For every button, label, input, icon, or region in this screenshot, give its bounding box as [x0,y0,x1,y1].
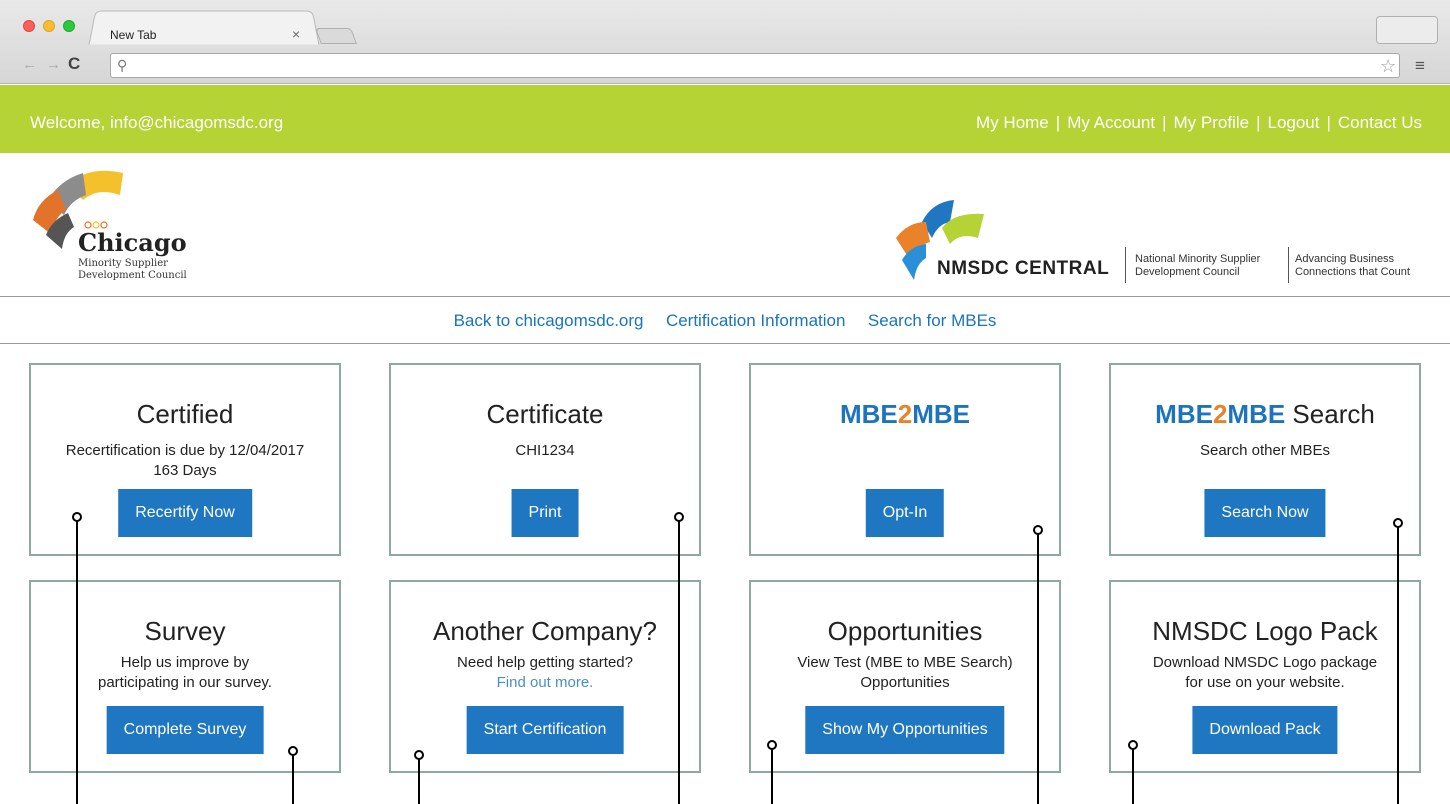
opportunities-card: Opportunities View Test (MBE to MBE Sear… [749,580,1061,773]
nmsdc-tagline-2: Advancing Business Connections that Coun… [1295,253,1410,278]
mbe-text: MBE [912,399,971,429]
minimize-window-icon[interactable] [43,20,55,32]
bookmark-star-icon[interactable]: ☆ [1380,56,1396,77]
my-home-link[interactable]: My Home [976,113,1049,132]
annotation-line [292,755,294,804]
maximize-window-icon[interactable] [63,20,75,32]
annotation-pin [1128,740,1138,750]
another-company-card: Another Company? Need help getting start… [389,580,701,773]
recertification-due: Recertification is due by 12/04/2017 [65,442,305,459]
forward-arrow-icon[interactable]: → [46,56,61,73]
two-text: 2 [897,399,913,429]
chicago-logo-name: Chicago [78,228,187,257]
browser-chrome: ← → C ⚲ ☆ ≡ [0,0,1450,84]
mbe2mbe-card: MBE2MBE Opt-In [749,363,1061,556]
search-mbes-link[interactable]: Search for MBEs [868,311,997,330]
tab-title: New Tab [110,28,157,42]
download-pack-button[interactable]: Download Pack [1192,706,1338,754]
new-tab-button[interactable] [315,28,357,44]
search-text: Search [1285,399,1375,429]
search-icon: ⚲ [117,57,128,73]
certification-info-link[interactable]: Certification Information [666,311,846,330]
back-arrow-icon[interactable]: ← [22,56,37,73]
print-button[interactable]: Print [511,489,579,537]
annotation-line [678,521,680,804]
certificate-number: CHI1234 [515,442,575,459]
back-to-site-link[interactable]: Back to chicagomsdc.org [454,311,644,330]
window-profile-button[interactable] [1376,16,1438,44]
card-text-line: for use on your website. [1185,674,1345,691]
card-text: Search other MBEs [1199,442,1331,459]
sub-navigation: Back to chicagomsdc.org Certification In… [0,298,1450,344]
logout-link[interactable]: Logout [1267,113,1319,132]
card-text-line: participating in our survey. [98,674,272,691]
mbe-text: MBE [839,399,898,429]
card-text-line: Help us improve by [120,654,250,671]
annotation-line [1037,534,1039,804]
annotation-pin [288,746,298,756]
mbe-text: MBE [1227,399,1286,429]
annotation-line [76,521,78,804]
welcome-message: Welcome, info@chicagomsdc.org [30,113,284,132]
address-bar[interactable]: ⚲ [110,53,1400,78]
annotation-line [418,759,420,804]
annotation-pin [1033,525,1043,535]
card-title: Another Company? [432,616,658,646]
mbe-text: MBE [1155,399,1213,429]
show-my-opportunities-button[interactable]: Show My Opportunities [805,706,1005,754]
annotation-line [771,749,773,804]
card-text: View Test (MBE to MBE Search) Opportunit… [761,653,1049,693]
browser-menu-icon[interactable]: ≡ [1415,56,1425,76]
divider [1288,247,1289,283]
card-title: Certificate [486,399,604,429]
my-profile-link[interactable]: My Profile [1173,113,1249,132]
days-remaining: 163 Days [153,462,217,479]
annotation-pin [72,512,82,522]
card-text-line: Opportunities [860,674,950,691]
nmsdc-logo-name: NMSDC CENTRAL [937,258,1110,279]
annotation-line [1397,527,1399,804]
opt-in-button[interactable]: Opt-In [865,489,945,537]
card-text: Download NMSDC Logo package for use on y… [1121,653,1409,693]
search-now-button[interactable]: Search Now [1204,489,1326,537]
divider [1125,247,1126,283]
separator: | [1162,113,1167,132]
card-title: MBE2MBE [751,399,1059,430]
card-text: Need help getting started? Find out more… [401,653,689,693]
mbe2mbe-search-card: MBE2MBE Search Search other MBEs Search … [1109,363,1421,556]
separator: | [1256,113,1261,132]
card-text-line: View Test (MBE to MBE Search) [797,654,1013,671]
logo-pack-card: NMSDC Logo Pack Download NMSDC Logo pack… [1109,580,1421,773]
my-account-link[interactable]: My Account [1067,113,1155,132]
card-text-line: Need help getting started? [457,654,633,671]
contact-us-link[interactable]: Contact Us [1338,113,1422,132]
card-title: MBE2MBE Search [1111,399,1419,430]
annotation-pin [1393,518,1403,528]
annotation-pin [674,512,684,522]
reload-icon[interactable]: C [68,54,80,74]
start-certification-button[interactable]: Start Certification [466,706,624,754]
card-title: Certified [136,399,234,429]
nmsdc-tagline-1: National Minority Supplier Development C… [1135,253,1261,278]
annotation-pin [414,750,424,760]
find-out-more-link[interactable]: Find out more. [401,673,689,693]
separator: | [1055,113,1061,132]
card-text: Recertification is due by 12/04/2017 163… [41,441,329,481]
account-links: My Home | My Account | My Profile | Logout | Con… [976,113,1422,133]
card-title: NMSDC Logo Pack [1152,616,1378,646]
card-text: Help us improve by participating in our … [41,653,329,693]
separator: | [1326,113,1331,132]
chicago-logo-subtitle-1: Minority Supplier [78,258,168,269]
tab-close-icon[interactable]: × [292,26,300,42]
chicago-logo-subtitle-2: Development Council [78,270,187,281]
certificate-card: Certificate CHI1234 Print [389,363,701,556]
two-text: 2 [1212,399,1228,429]
card-text-line: Download NMSDC Logo package [1152,654,1378,671]
card-title: Opportunities [827,616,983,646]
annotation-pin [767,740,777,750]
recertify-now-button[interactable]: Recertify Now [118,489,252,537]
annotation-line [1132,749,1134,804]
complete-survey-button[interactable]: Complete Survey [106,706,264,754]
close-window-icon[interactable] [23,20,35,32]
